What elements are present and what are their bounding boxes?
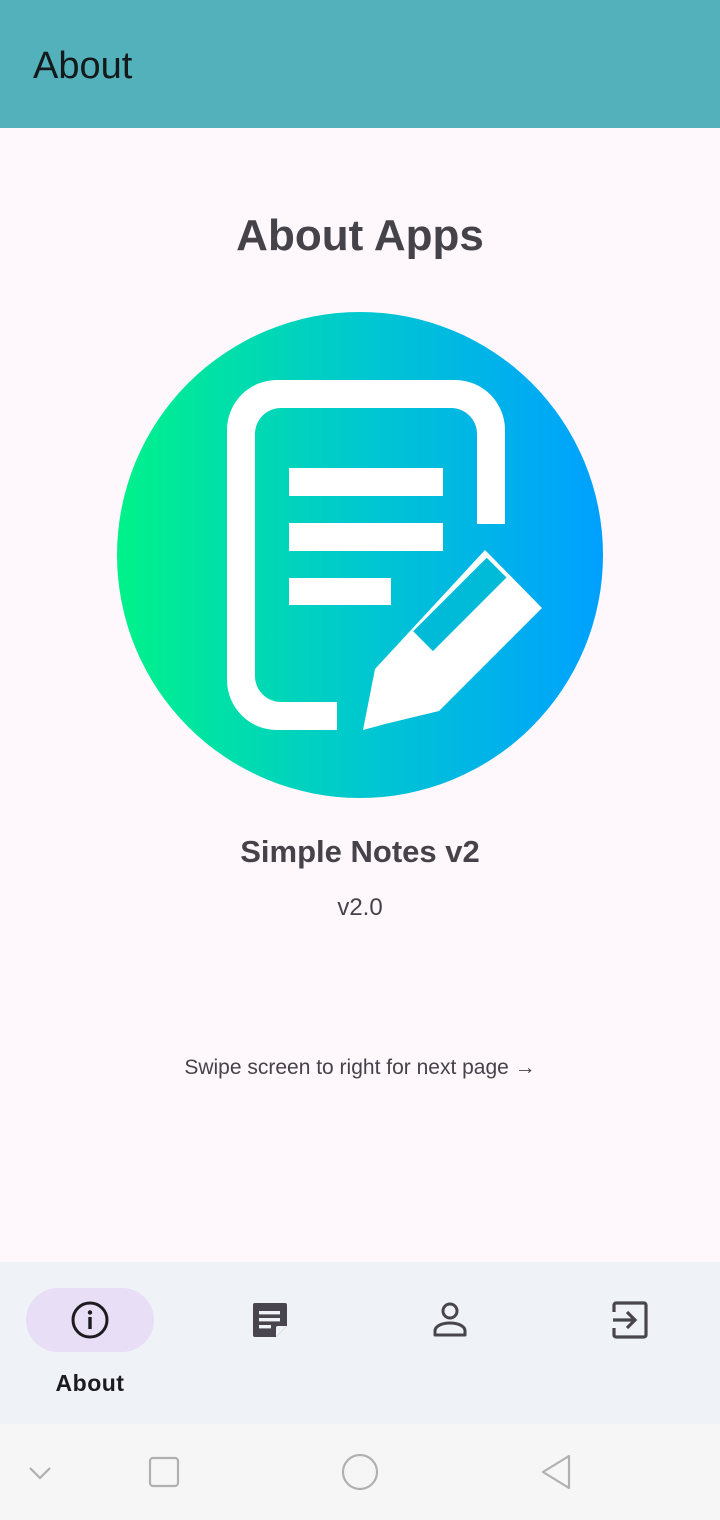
swipe-hint: Swipe screen to right for next page → — [184, 1056, 536, 1079]
about-content[interactable]: About Apps Simple Notes v2 v2.0 Swipe sc… — [0, 128, 720, 1262]
info-icon — [71, 1301, 109, 1339]
app-logo — [117, 312, 603, 798]
recents-icon[interactable] — [140, 1448, 188, 1496]
top-app-bar: About — [0, 0, 720, 128]
profile-icon — [433, 1302, 467, 1337]
app-version: v2.0 — [337, 894, 383, 921]
app-name: Simple Notes v2 — [240, 834, 480, 869]
page-title: About — [33, 45, 133, 87]
nav-item-about[interactable]: About — [0, 1262, 180, 1424]
about-heading: About Apps — [236, 211, 484, 260]
bottom-navigation: About — [0, 1262, 720, 1424]
chevron-down-icon[interactable] — [16, 1448, 64, 1496]
app-screen: About About Apps Simple Notes v2 v2.0 Sw… — [0, 0, 720, 1520]
logout-icon — [612, 1301, 648, 1339]
nav-item-profile[interactable] — [360, 1262, 540, 1424]
nav-item-notes[interactable] — [180, 1262, 360, 1424]
home-icon[interactable] — [336, 1448, 384, 1496]
notes-icon — [253, 1303, 287, 1337]
system-navigation-bar — [0, 1424, 720, 1520]
nav-label-about: About — [55, 1370, 125, 1396]
nav-item-logout[interactable] — [540, 1262, 720, 1424]
back-icon[interactable] — [532, 1448, 580, 1496]
